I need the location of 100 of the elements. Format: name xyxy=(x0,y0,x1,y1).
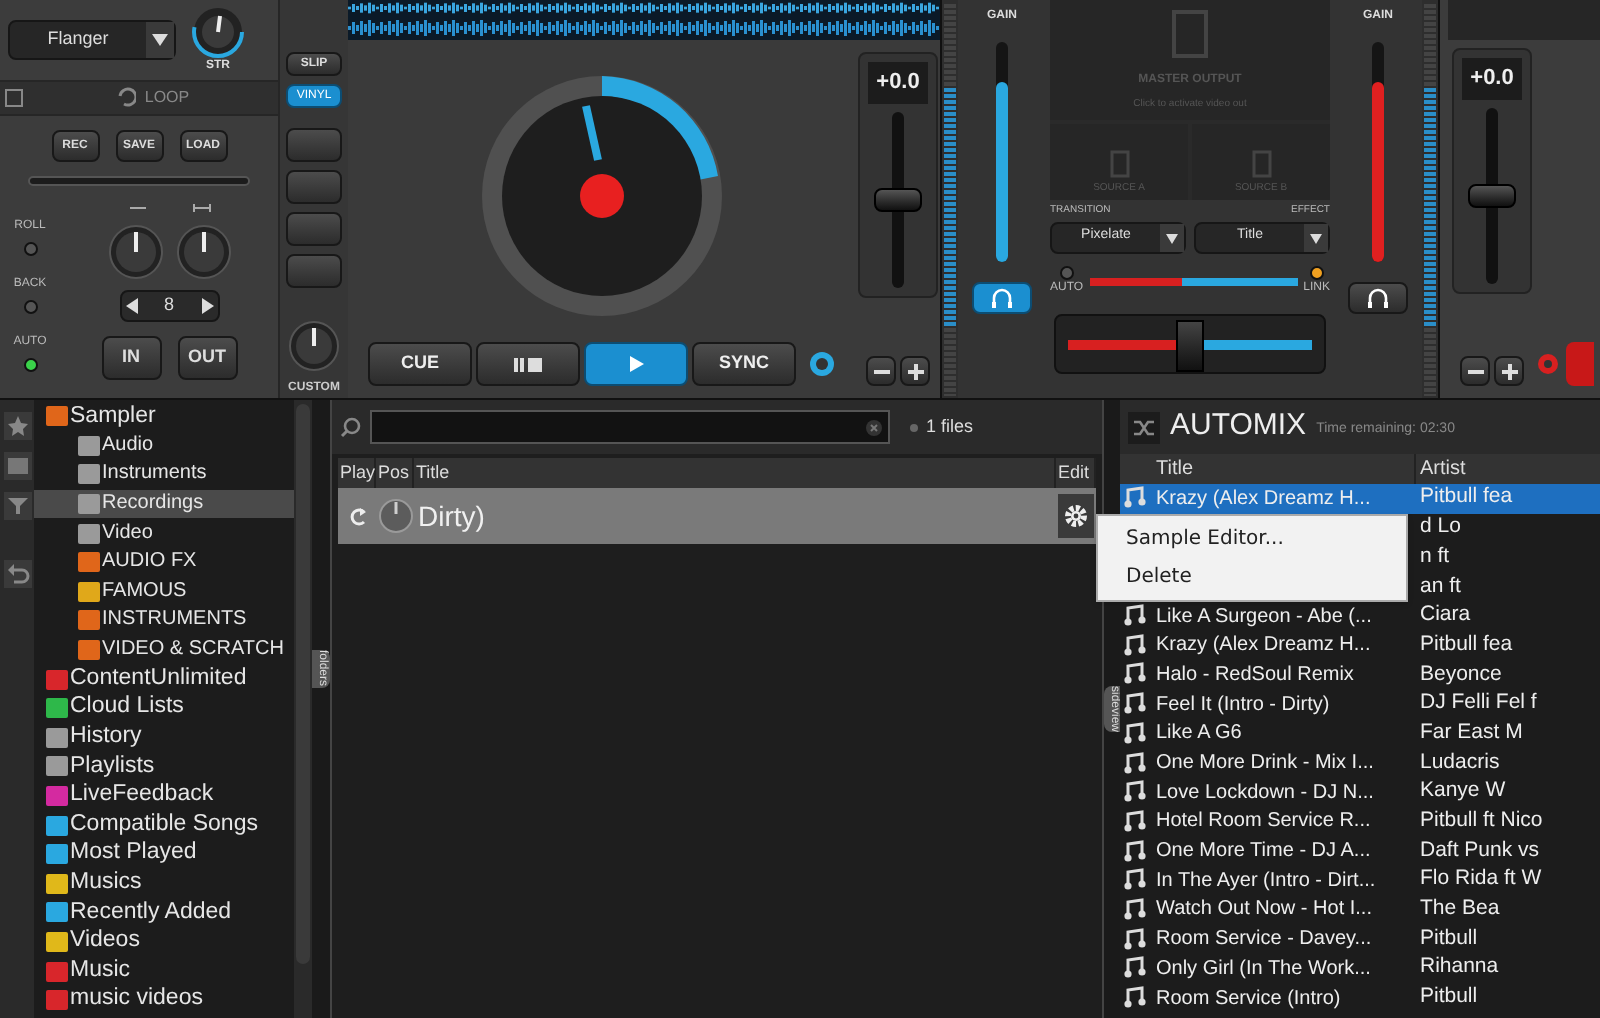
music-note-icon xyxy=(1124,692,1148,717)
expand-icon xyxy=(191,202,211,214)
song-artist: DJ Felli Fel f xyxy=(1418,688,1539,719)
minus-button[interactable] xyxy=(866,356,896,386)
pitch-slider-thumb[interactable] xyxy=(874,187,922,211)
tree-item[interactable]: Recordings xyxy=(34,489,294,519)
minus-button[interactable] xyxy=(1460,356,1490,386)
headphone-icon xyxy=(990,287,1014,309)
tree-item[interactable]: History xyxy=(34,723,294,753)
tree-item[interactable]: FAMOUS xyxy=(34,577,294,607)
disc-icon[interactable] xyxy=(808,350,836,378)
song-artist: Rihanna xyxy=(1418,952,1501,983)
automix-row[interactable]: Feel It (Intro - Dirty) DJ Felli Fel f xyxy=(1152,689,1600,719)
shuffle-button[interactable] xyxy=(1128,411,1160,443)
turntable-drawing[interactable] xyxy=(482,76,722,316)
tree-item[interactable]: VIDEO & SCRATCH xyxy=(34,635,294,665)
tree-item[interactable]: Cloud Lists xyxy=(34,693,294,724)
song-title: Watch Out Now - Hot I... xyxy=(1154,896,1374,925)
automix-row[interactable]: Room Service - Davey... Pitbull xyxy=(1152,924,1600,954)
tree-item[interactable]: LiveFeedback xyxy=(34,781,294,811)
plus-button[interactable] xyxy=(900,356,930,386)
pause-stop-button[interactable] xyxy=(476,342,580,386)
grid-icon[interactable] xyxy=(4,84,28,112)
settings-button[interactable] xyxy=(1058,494,1094,538)
filter-icon[interactable] xyxy=(5,494,29,518)
spinner-icon xyxy=(378,498,414,534)
automix-row[interactable]: Watch Out Now - Hot I... The Bea xyxy=(1152,895,1600,925)
headphone-button[interactable] xyxy=(1348,282,1408,314)
music-note-icon xyxy=(1124,604,1148,629)
reload-icon[interactable] xyxy=(346,504,370,528)
tree-item[interactable]: Most Played xyxy=(34,839,294,869)
menu-item[interactable]: Sample Editor... xyxy=(1098,520,1406,558)
headphone-icon xyxy=(1366,287,1390,309)
tree-item[interactable]: AUDIO FX xyxy=(34,547,294,578)
song-artist: Far East M xyxy=(1418,717,1525,748)
disc-icon[interactable] xyxy=(1536,352,1560,376)
tree-item[interactable]: Sampler xyxy=(34,402,294,432)
play-button[interactable] xyxy=(584,342,688,386)
search-icon[interactable] xyxy=(340,416,362,438)
pause-stop-icon xyxy=(514,355,542,373)
tree-item[interactable]: ContentUnlimited xyxy=(34,664,294,694)
dropdown-caret-icon xyxy=(146,22,174,58)
pitch-display: +0.0 xyxy=(868,62,928,103)
transport-button[interactable]: CUE xyxy=(368,342,472,386)
tree-item[interactable]: Recently Added xyxy=(34,898,294,928)
tree-item[interactable]: Compatible Songs xyxy=(34,810,294,840)
tree-item[interactable]: Musics xyxy=(34,869,294,899)
song-title: One More Time - DJ A... xyxy=(1154,838,1373,867)
music-note-icon xyxy=(1124,662,1148,687)
undo-icon[interactable] xyxy=(5,562,29,586)
automix-row[interactable]: Only Girl (In The Work... Rihanna xyxy=(1152,954,1600,984)
automix-row[interactable]: One More Drink - Mix I... Ludacris xyxy=(1152,748,1600,778)
tree-item[interactable]: music videos xyxy=(34,985,294,1015)
plus-button[interactable] xyxy=(1494,356,1524,386)
automix-row[interactable]: Halo - RedSoul Remix Beyonce xyxy=(1152,660,1600,690)
out-button[interactable]: OUT xyxy=(177,336,237,380)
crossfader-thumb[interactable] xyxy=(1176,319,1204,371)
tree-item[interactable]: Playlists xyxy=(34,752,294,782)
effect-knob[interactable] xyxy=(192,5,244,57)
loop-knob[interactable] xyxy=(175,224,231,280)
scrollbar-thumb[interactable] xyxy=(296,404,310,964)
music-note-icon xyxy=(1124,927,1148,952)
tree-item[interactable]: Video xyxy=(34,518,294,548)
automix-row[interactable]: Love Lockdown - DJ N... Kanye W xyxy=(1152,777,1600,808)
headphone-button[interactable] xyxy=(972,282,1032,314)
pitch-slider-thumb[interactable] xyxy=(1468,183,1516,207)
song-title: Love Lockdown - DJ N... xyxy=(1154,779,1376,808)
tree-item[interactable]: Audio xyxy=(34,431,294,461)
automix-row[interactable]: Hotel Room Service R... Pitbull ft Nico xyxy=(1152,807,1600,837)
tree-item[interactable]: Videos xyxy=(34,927,294,957)
star-icon[interactable] xyxy=(5,414,29,438)
list-icon[interactable] xyxy=(5,454,29,478)
scrollbar[interactable] xyxy=(294,400,312,1018)
effect-dropdown[interactable]: Flanger xyxy=(8,20,176,60)
tree-item[interactable]: Instruments xyxy=(34,460,294,490)
loop-label: LOOP xyxy=(144,86,190,110)
track-row[interactable]: Dirty) xyxy=(338,488,1096,544)
clear-icon[interactable] xyxy=(864,417,884,437)
automix-row[interactable]: Room Service (Intro) Pitbull xyxy=(1152,983,1600,1013)
song-title: Only Girl (In The Work... xyxy=(1154,955,1373,984)
music-note-icon xyxy=(1124,897,1148,922)
automix-row[interactable]: Like A Surgeon - Abe (... Ciara xyxy=(1152,601,1600,631)
loop-size-selector[interactable]: 8 xyxy=(119,290,219,322)
file-count: 1 files xyxy=(926,413,974,440)
in-button[interactable]: IN xyxy=(101,336,161,380)
loop-knob[interactable] xyxy=(107,224,163,280)
transport-button[interactable]: SYNC xyxy=(692,342,796,386)
automix-row[interactable]: One More Time - DJ A... Daft Punk vs xyxy=(1152,836,1600,866)
tree-item[interactable]: Music xyxy=(34,956,294,986)
song-artist: Beyonce xyxy=(1418,659,1504,690)
automix-row[interactable]: Like A G6 Far East M xyxy=(1152,719,1600,749)
automix-row[interactable]: Krazy (Alex Dreamz H... Pitbull fea xyxy=(1152,630,1600,661)
film-icon xyxy=(1170,7,1210,59)
search-field[interactable] xyxy=(370,410,890,444)
automix-row[interactable]: In The Ayer (Intro - Dirt... Flo Rida ft W xyxy=(1152,865,1600,896)
menu-item[interactable]: Delete xyxy=(1098,558,1406,596)
waveform-drawing[interactable] xyxy=(348,0,940,40)
custom-knob[interactable] xyxy=(288,320,340,372)
tree-item[interactable]: INSTRUMENTS xyxy=(34,606,294,636)
column-header[interactable]: Artist xyxy=(1416,454,1600,484)
